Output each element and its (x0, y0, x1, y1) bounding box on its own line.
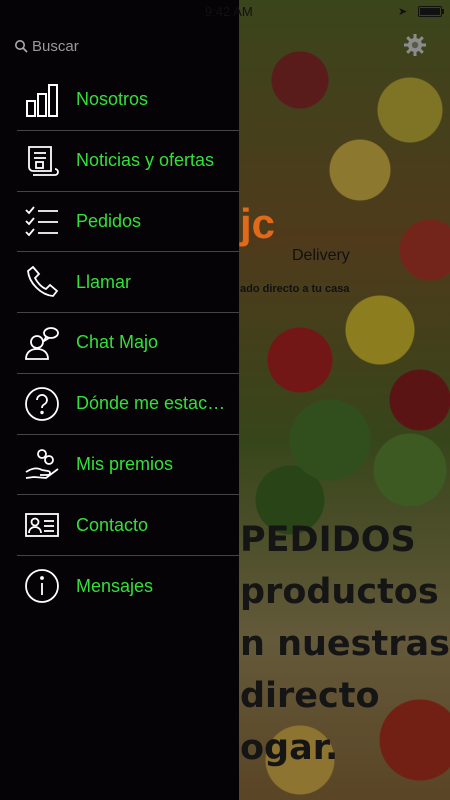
menu-item-label: Dónde me estac… (76, 393, 226, 414)
brand-tagline: ado directo a tu casa (240, 283, 350, 295)
battery-level (420, 8, 440, 15)
battery-icon (418, 6, 444, 17)
search-bar[interactable]: Buscar (14, 36, 214, 56)
gear-icon[interactable] (403, 33, 427, 57)
promo-line: PEDIDOS (240, 520, 416, 560)
scroll-document-icon (23, 142, 61, 180)
status-time: 9:42 AM (205, 4, 253, 19)
promo-text: PEDIDOS productos n nuestras directo oga… (240, 514, 450, 774)
status-bar: 9:42 AM ➤ (0, 0, 450, 22)
menu-item-label: Llamar (76, 271, 132, 292)
checklist-icon (23, 202, 61, 240)
promo-line: n nuestras (240, 624, 450, 664)
promo-line: ogar. (240, 728, 339, 768)
chat-person-icon (23, 324, 61, 362)
menu-item-label: Mis premios (76, 453, 174, 474)
drawer-menu: Nosotros Noticias y ofertas Pedidos Llam… (17, 70, 239, 617)
menu-item-donde[interactable]: Dónde me estac… (17, 374, 239, 435)
menu-item-contacto[interactable]: Contacto (17, 495, 239, 556)
menu-item-nosotros[interactable]: Nosotros (17, 70, 239, 131)
hand-coins-icon (23, 445, 61, 483)
menu-item-label: Contacto (76, 514, 149, 535)
menu-item-label: Mensajes (76, 575, 154, 596)
question-circle-icon (23, 385, 61, 423)
brand-subtitle: Delivery (292, 247, 350, 264)
side-drawer: Buscar Nosotros Noticias y ofertas Pedid… (0, 0, 239, 800)
menu-item-chat[interactable]: Chat Majo (17, 313, 239, 374)
location-arrow-icon: ➤ (398, 6, 408, 18)
promo-line: productos (240, 572, 439, 612)
info-circle-icon (23, 567, 61, 605)
contact-card-icon (23, 506, 61, 544)
menu-item-label: Chat Majo (76, 332, 159, 353)
brand-logo-fragment: jc (240, 200, 276, 247)
bar-chart-icon (23, 81, 61, 119)
menu-item-noticias[interactable]: Noticias y ofertas (17, 131, 239, 192)
search-icon (14, 39, 28, 53)
menu-item-label: Nosotros (76, 89, 149, 110)
menu-item-mensajes[interactable]: Mensajes (17, 556, 239, 617)
promo-line: directo (240, 676, 380, 716)
menu-item-pedidos[interactable]: Pedidos (17, 192, 239, 253)
menu-item-label: Pedidos (76, 210, 142, 231)
search-input[interactable]: Buscar (32, 38, 79, 55)
menu-item-llamar[interactable]: Llamar (17, 252, 239, 313)
menu-item-premios[interactable]: Mis premios (17, 435, 239, 496)
phone-icon (23, 263, 61, 301)
menu-item-label: Noticias y ofertas (76, 150, 215, 171)
